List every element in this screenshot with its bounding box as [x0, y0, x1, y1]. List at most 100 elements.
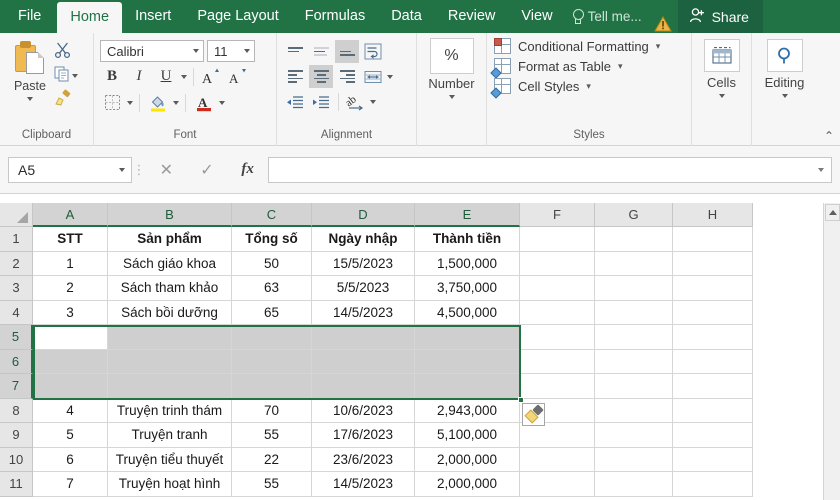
tab-page-layout[interactable]: Page Layout [184, 0, 291, 33]
row-header-1[interactable]: 1 [0, 227, 33, 252]
cell-E2[interactable]: 1,500,000 [415, 251, 520, 276]
chevron-down-icon[interactable] [387, 74, 393, 79]
cell-H9[interactable] [673, 423, 753, 448]
cell-D10[interactable]: 23/6/2023 [312, 447, 415, 472]
column-header-H[interactable]: H [673, 203, 753, 227]
cell-G8[interactable] [595, 398, 673, 423]
cell-F9[interactable] [520, 423, 595, 448]
orientation-icon[interactable]: ab [344, 90, 368, 113]
cell-F2[interactable] [520, 251, 595, 276]
warning-triangle-icon[interactable] [653, 15, 672, 33]
cell-B2[interactable]: Sách giáo khoa [108, 251, 232, 276]
copy-button[interactable] [54, 65, 87, 87]
cell-C4[interactable]: 65 [232, 300, 312, 325]
chevron-down-icon[interactable] [718, 94, 725, 98]
cell-A9[interactable]: 5 [33, 423, 108, 448]
scroll-up-arrow-icon[interactable] [825, 204, 840, 221]
font-name-combo[interactable]: Calibri [100, 40, 204, 62]
cell-E4[interactable]: 4,500,000 [415, 300, 520, 325]
cell-F5[interactable] [520, 325, 595, 350]
confirm-check-icon[interactable]: ✓ [192, 158, 222, 182]
borders-button[interactable] [100, 91, 124, 114]
cell-B7[interactable] [108, 374, 232, 399]
tab-data[interactable]: Data [378, 0, 435, 33]
name-box[interactable]: A5 [8, 156, 132, 183]
cell-G9[interactable] [595, 423, 673, 448]
cell-C9[interactable]: 55 [232, 423, 312, 448]
row-header-3[interactable]: 3 [0, 276, 33, 301]
chevron-down-icon[interactable] [781, 94, 788, 98]
chevron-down-icon[interactable] [26, 97, 33, 101]
cell-D8[interactable]: 10/6/2023 [312, 398, 415, 423]
cut-button[interactable] [54, 41, 87, 63]
formula-bar-grip[interactable]: ⋮ [132, 163, 146, 176]
tab-view[interactable]: View [508, 0, 565, 33]
collapse-ribbon-icon[interactable]: ⌃ [824, 129, 834, 143]
cell-B1[interactable]: Sản phẩm [108, 227, 232, 252]
decrease-indent-icon[interactable] [283, 90, 307, 113]
column-header-B[interactable]: B [108, 203, 232, 227]
align-left-icon[interactable] [283, 65, 307, 88]
cancel-icon[interactable]: ✕ [151, 158, 181, 182]
cell-C5[interactable] [232, 325, 312, 350]
cell-A7[interactable] [33, 374, 108, 399]
cell-D4[interactable]: 14/5/2023 [312, 300, 415, 325]
cell-C1[interactable]: Tổng số [232, 227, 312, 252]
merge-and-center-icon[interactable] [361, 65, 385, 88]
row-header-2[interactable]: 2 [0, 251, 33, 276]
cell-A4[interactable]: 3 [33, 300, 108, 325]
cell-C10[interactable]: 22 [232, 447, 312, 472]
cell-D11[interactable]: 14/5/2023 [312, 472, 415, 497]
find-select-icon[interactable] [766, 39, 803, 72]
cell-A3[interactable]: 2 [33, 276, 108, 301]
cell-F3[interactable] [520, 276, 595, 301]
cell-G10[interactable] [595, 447, 673, 472]
select-all-corner-icon[interactable] [0, 203, 33, 227]
cell-G7[interactable] [595, 374, 673, 399]
cell-G5[interactable] [595, 325, 673, 350]
cell-B6[interactable] [108, 349, 232, 374]
cell-F7[interactable] [520, 374, 595, 399]
cell-C3[interactable]: 63 [232, 276, 312, 301]
cell-C11[interactable]: 55 [232, 472, 312, 497]
cell-B5[interactable] [108, 325, 232, 350]
cell-B8[interactable]: Truyện trinh thám [108, 398, 232, 423]
cell-A11[interactable]: 7 [33, 472, 108, 497]
cell-H10[interactable] [673, 447, 753, 472]
cell-D9[interactable]: 17/6/2023 [312, 423, 415, 448]
cell-G4[interactable] [595, 300, 673, 325]
cell-D2[interactable]: 15/5/2023 [312, 251, 415, 276]
cell-G3[interactable] [595, 276, 673, 301]
format-painter-button[interactable] [54, 89, 87, 111]
cell-C8[interactable]: 70 [232, 398, 312, 423]
column-header-E[interactable]: E [415, 203, 520, 227]
chevron-down-icon[interactable] [127, 100, 133, 105]
cell-F10[interactable] [520, 447, 595, 472]
row-header-11[interactable]: 11 [0, 472, 33, 497]
row-header-8[interactable]: 8 [0, 398, 33, 423]
cell-E7[interactable] [415, 374, 520, 399]
cell-A10[interactable]: 6 [33, 447, 108, 472]
column-header-D[interactable]: D [312, 203, 415, 227]
grow-font-button[interactable]: A [200, 65, 224, 88]
row-header-4[interactable]: 4 [0, 300, 33, 325]
cell-E5[interactable] [415, 325, 520, 350]
cell-C2[interactable]: 50 [232, 251, 312, 276]
cell-H5[interactable] [673, 325, 753, 350]
paste-button[interactable]: Paste [6, 37, 54, 101]
chevron-down-icon[interactable] [119, 167, 125, 172]
row-header-9[interactable]: 9 [0, 423, 33, 448]
tab-file[interactable]: File [0, 0, 57, 33]
cell-F4[interactable] [520, 300, 595, 325]
cell-H3[interactable] [673, 276, 753, 301]
cell-D6[interactable] [312, 349, 415, 374]
column-header-G[interactable]: G [595, 203, 673, 227]
cell-H4[interactable] [673, 300, 753, 325]
cell-B10[interactable]: Truyện tiểu thuyết [108, 447, 232, 472]
cell-H7[interactable] [673, 374, 753, 399]
cell-E8[interactable]: 2,943,000 [415, 398, 520, 423]
italic-button[interactable]: I [127, 65, 151, 88]
cell-E3[interactable]: 3,750,000 [415, 276, 520, 301]
format-as-table-button[interactable]: Format as Table ▾ [490, 58, 623, 79]
tab-formulas[interactable]: Formulas [292, 0, 378, 33]
